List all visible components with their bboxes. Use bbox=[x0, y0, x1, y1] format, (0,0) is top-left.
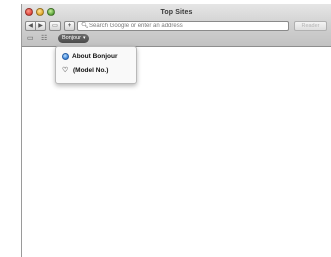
menu-item-about-bonjour[interactable]: About Bonjour bbox=[62, 51, 118, 62]
back-icon: ◀ bbox=[28, 23, 33, 29]
address-bar[interactable]: 🔍︎ bbox=[77, 21, 289, 31]
title-bar: Top Sites ◀ ▶ ▭ + 🔍︎ Reader ▭ ☷ bbox=[22, 4, 331, 47]
menu-item-label: (Model No.) bbox=[73, 67, 109, 74]
address-input[interactable] bbox=[89, 22, 285, 30]
bookmarks-bar: ▭ ☷ Bonjour ▾ bbox=[25, 34, 327, 44]
search-icon: 🔍︎ bbox=[81, 23, 89, 29]
reading-list-icon[interactable]: ▭ bbox=[27, 35, 34, 43]
plus-icon: + bbox=[67, 23, 72, 29]
bookmark-folder-bonjour[interactable]: Bonjour ▾ bbox=[58, 34, 90, 43]
window-title: Top Sites bbox=[160, 9, 193, 16]
bonjour-globe-icon bbox=[62, 53, 69, 60]
share-button[interactable]: ▭ bbox=[49, 21, 61, 31]
forward-icon: ▶ bbox=[38, 23, 43, 29]
bookmark-folder-label: Bonjour bbox=[62, 35, 81, 41]
share-icon: ▭ bbox=[52, 23, 58, 29]
menu-item-label: About Bonjour bbox=[72, 53, 118, 60]
chevron-down-icon: ▾ bbox=[82, 35, 86, 41]
menu-item-model-no[interactable]: ♡ (Model No.) bbox=[62, 65, 108, 76]
add-bookmark-button[interactable]: + bbox=[64, 21, 75, 31]
reader-button[interactable]: Reader bbox=[294, 21, 327, 31]
device-icon: ♡ bbox=[62, 66, 69, 74]
top-sites-grid-icon[interactable]: ☷ bbox=[41, 35, 47, 43]
bonjour-dropdown-menu: About Bonjour ♡ (Model No.) bbox=[55, 46, 137, 84]
browser-window: Top Sites ◀ ▶ ▭ + 🔍︎ Reader ▭ ☷ bbox=[21, 4, 331, 257]
toolbar: ◀ ▶ ▭ + 🔍︎ Reader bbox=[25, 21, 327, 32]
forward-button[interactable]: ▶ bbox=[35, 21, 46, 31]
